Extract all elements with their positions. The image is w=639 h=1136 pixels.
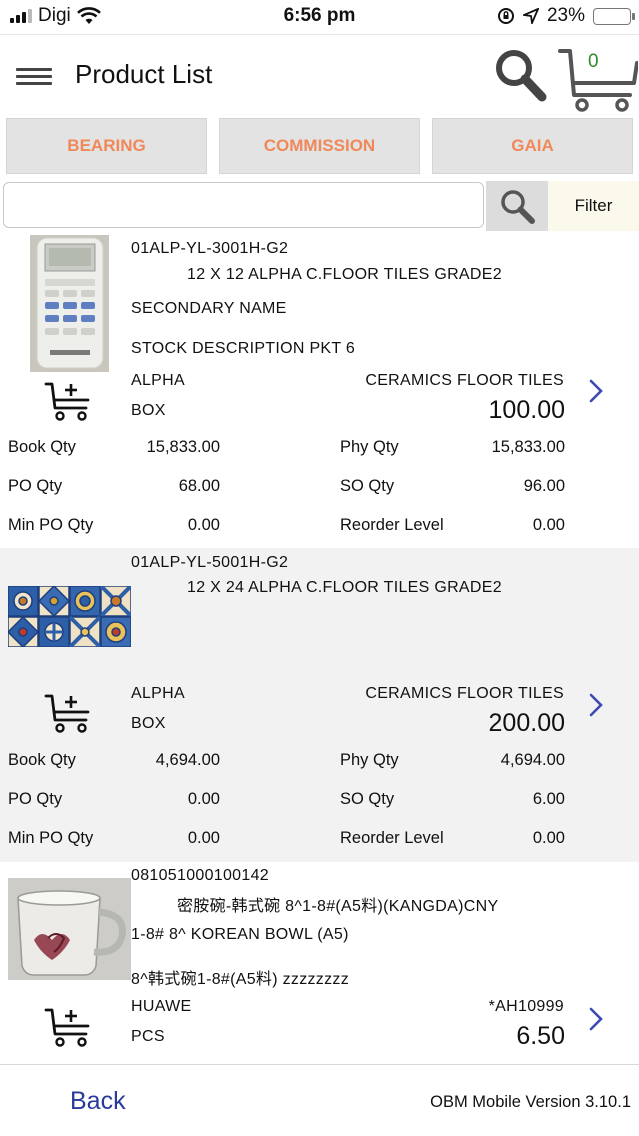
- po-qty-value: 68.00: [178, 477, 220, 495]
- status-bar: Digi 6:56 pm 23%: [0, 0, 639, 34]
- product-price: 100.00: [488, 396, 565, 424]
- menu-icon[interactable]: [16, 68, 52, 86]
- battery-icon: [593, 7, 635, 25]
- app-version: OBM Mobile Version 3.10.1: [430, 1093, 631, 1111]
- product-uom: BOX: [131, 715, 166, 732]
- cart-count-badge: 0: [588, 51, 599, 72]
- add-to-cart-icon[interactable]: [44, 1004, 92, 1048]
- product-name: 12 X 24 ALPHA C.FLOOR TILES GRADE2: [187, 579, 502, 596]
- chevron-right-icon[interactable]: [586, 1004, 606, 1034]
- product-item[interactable]: 081051000100142 密胺碗-韩式碗 8^1-8#(A5料)(KANG…: [0, 862, 639, 1064]
- product-image: [8, 586, 131, 647]
- book-qty-label: Book Qty: [8, 751, 76, 769]
- battery-percent: 23%: [546, 5, 585, 26]
- orientation-lock-icon: [497, 8, 514, 24]
- reorder-level-value: 0.00: [532, 516, 565, 534]
- reorder-level-label: Reorder Level: [340, 829, 444, 847]
- min-po-qty-value: 0.00: [187, 516, 220, 534]
- phy-qty-label: Phy Qty: [340, 751, 399, 769]
- min-po-qty-label: Min PO Qty: [8, 516, 94, 534]
- reorder-level-value: 0.00: [532, 829, 565, 847]
- book-qty-value: 15,833.00: [146, 438, 220, 456]
- product-price: 6.50: [516, 1022, 565, 1050]
- phy-qty-label: Phy Qty: [340, 438, 399, 456]
- product-brand: ALPHA: [131, 372, 185, 389]
- cup-icon: [8, 878, 131, 980]
- min-po-qty-value: 0.00: [187, 829, 220, 847]
- product-category: CERAMICS FLOOR TILES: [365, 685, 564, 702]
- filter-button[interactable]: Filter: [548, 181, 639, 231]
- category-bar: BEARING COMMISSION GAIA: [6, 118, 639, 174]
- remote-control-icon: [30, 235, 109, 372]
- product-brand: ALPHA: [131, 685, 185, 702]
- po-qty-label: PO Qty: [8, 790, 63, 808]
- category-button-commission[interactable]: COMMISSION: [219, 118, 420, 174]
- product-uom: PCS: [131, 1028, 165, 1045]
- product-uom: BOX: [131, 402, 166, 419]
- search-button[interactable]: [486, 181, 548, 231]
- search-input[interactable]: [3, 182, 484, 228]
- product-stock-description: 8^韩式碗1-8#(A5料) zzzzzzzz: [131, 971, 350, 988]
- product-item[interactable]: 01ALP-YL-3001H-G2 12 X 12 ALPHA C.FLOOR …: [0, 232, 639, 548]
- product-item[interactable]: 01ALP-YL-5001H-G2 12 X 24 ALPHA C.FLOOR …: [0, 548, 639, 862]
- category-button-bearing[interactable]: BEARING: [6, 118, 207, 174]
- footer-bar: Back OBM Mobile Version 3.10.1: [0, 1064, 639, 1136]
- status-right: 23%: [497, 5, 635, 27]
- chevron-right-icon[interactable]: [586, 690, 606, 720]
- product-price: 200.00: [488, 709, 565, 737]
- so-qty-value: 96.00: [523, 477, 565, 495]
- search-row: Filter: [0, 181, 639, 231]
- min-po-qty-label: Min PO Qty: [8, 829, 94, 847]
- product-category: CERAMICS FLOOR TILES: [365, 372, 564, 389]
- book-qty-label: Book Qty: [8, 438, 76, 456]
- category-button-gaia[interactable]: GAIA: [432, 118, 633, 174]
- po-qty-label: PO Qty: [8, 477, 63, 495]
- chevron-right-icon[interactable]: [586, 376, 606, 406]
- phy-qty-value: 15,833.00: [491, 438, 565, 456]
- reorder-level-label: Reorder Level: [340, 516, 444, 534]
- location-icon: [522, 8, 539, 24]
- so-qty-label: SO Qty: [340, 477, 395, 495]
- product-image: [8, 878, 131, 980]
- product-category: *AH10999: [488, 998, 564, 1015]
- phy-qty-value: 4,694.00: [500, 751, 565, 769]
- product-brand: HUAWE: [131, 998, 192, 1015]
- so-qty-label: SO Qty: [340, 790, 395, 808]
- add-to-cart-icon[interactable]: [44, 378, 92, 422]
- page-title: Product List: [75, 59, 213, 89]
- product-image: [30, 235, 109, 372]
- product-secondary-name: SECONDARY NAME: [131, 300, 287, 317]
- product-name: 12 X 12 ALPHA C.FLOOR TILES GRADE2: [187, 266, 502, 283]
- back-button[interactable]: Back: [70, 1087, 126, 1116]
- po-qty-value: 0.00: [187, 790, 220, 808]
- product-code: 01ALP-YL-5001H-G2: [131, 554, 289, 571]
- product-secondary-name: 1-8# 8^ KOREAN BOWL (A5): [131, 926, 349, 943]
- product-name: 密胺碗-韩式碗 8^1-8#(A5料)(KANGDA)CNY: [177, 898, 499, 915]
- add-to-cart-icon[interactable]: [44, 690, 92, 734]
- search-icon: [501, 190, 535, 224]
- search-icon[interactable]: [490, 45, 550, 105]
- product-code: 01ALP-YL-3001H-G2: [131, 240, 289, 257]
- product-code: 081051000100142: [131, 867, 269, 884]
- book-qty-value: 4,694.00: [155, 751, 220, 769]
- so-qty-value: 6.00: [532, 790, 565, 808]
- product-stock-description: STOCK DESCRIPTION PKT 6: [131, 340, 356, 357]
- tile-pattern-icon: [8, 586, 131, 647]
- app-header: Product List 0: [0, 34, 639, 114]
